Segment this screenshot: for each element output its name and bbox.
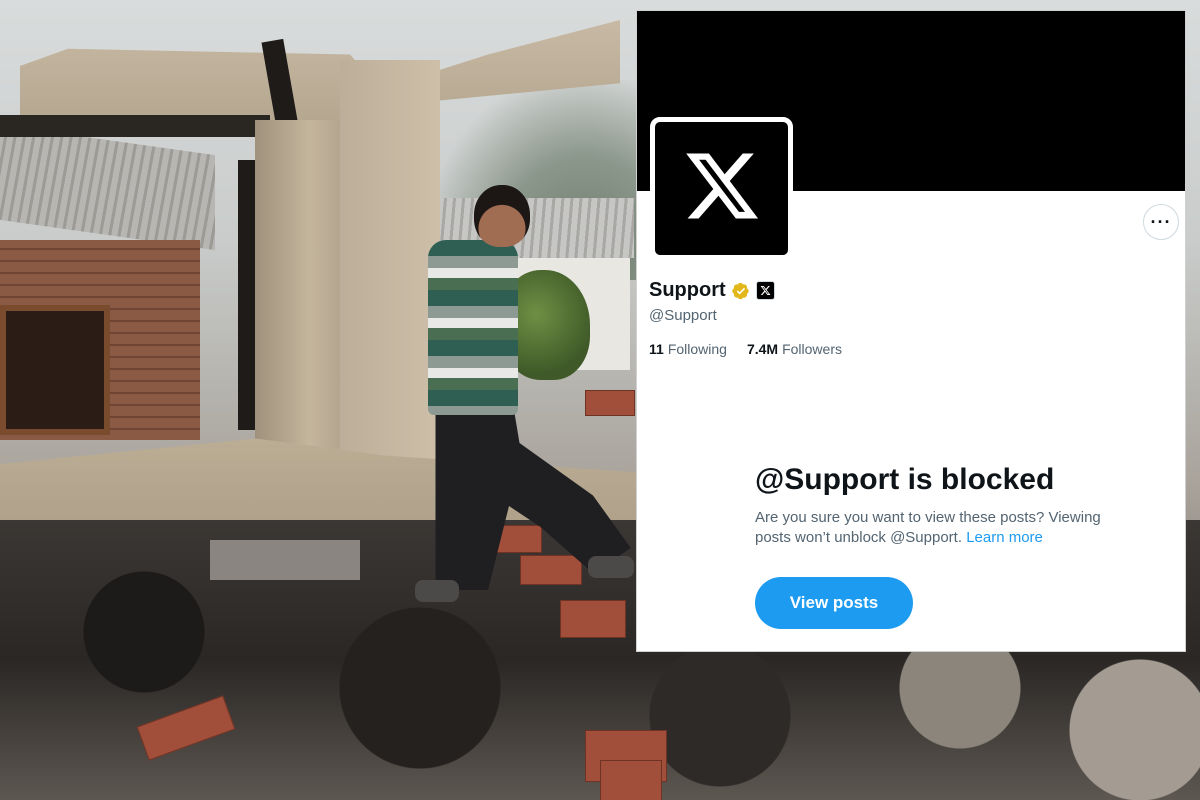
following-count: 11 <box>649 341 664 357</box>
profile-name-row: Support <box>649 279 775 302</box>
following-label: Following <box>667 341 727 357</box>
view-posts-button[interactable]: View posts <box>755 577 913 629</box>
profile-avatar[interactable] <box>650 117 793 260</box>
verified-gold-badge-icon[interactable] <box>731 282 750 300</box>
followers-count: 7.4M <box>746 341 779 357</box>
x-logo-icon <box>682 146 762 231</box>
followers-label: Followers <box>782 341 842 357</box>
profile-display-name: Support <box>649 279 726 301</box>
followers-link[interactable]: 7.4M Followers <box>747 341 842 357</box>
learn-more-link[interactable]: Learn more <box>966 529 1043 546</box>
more-options-icon: ··· <box>1150 211 1172 232</box>
blocked-message: Are you sure you want to view these post… <box>755 509 1101 546</box>
profile-stats: 11 Following 7.4M Followers <box>649 341 842 357</box>
profile-handle: @Support <box>649 307 717 324</box>
profile-card: ··· Support @Support 11 Following 7.4M Fol… <box>636 10 1186 652</box>
blocked-title: @Support is blocked <box>755 463 1055 496</box>
following-link[interactable]: 11 Following <box>649 341 727 357</box>
x-logo-affiliate-icon[interactable] <box>755 281 775 300</box>
blocked-message-block: Are you sure you want to view these post… <box>755 508 1115 548</box>
more-options-button[interactable]: ··· <box>1143 204 1179 240</box>
